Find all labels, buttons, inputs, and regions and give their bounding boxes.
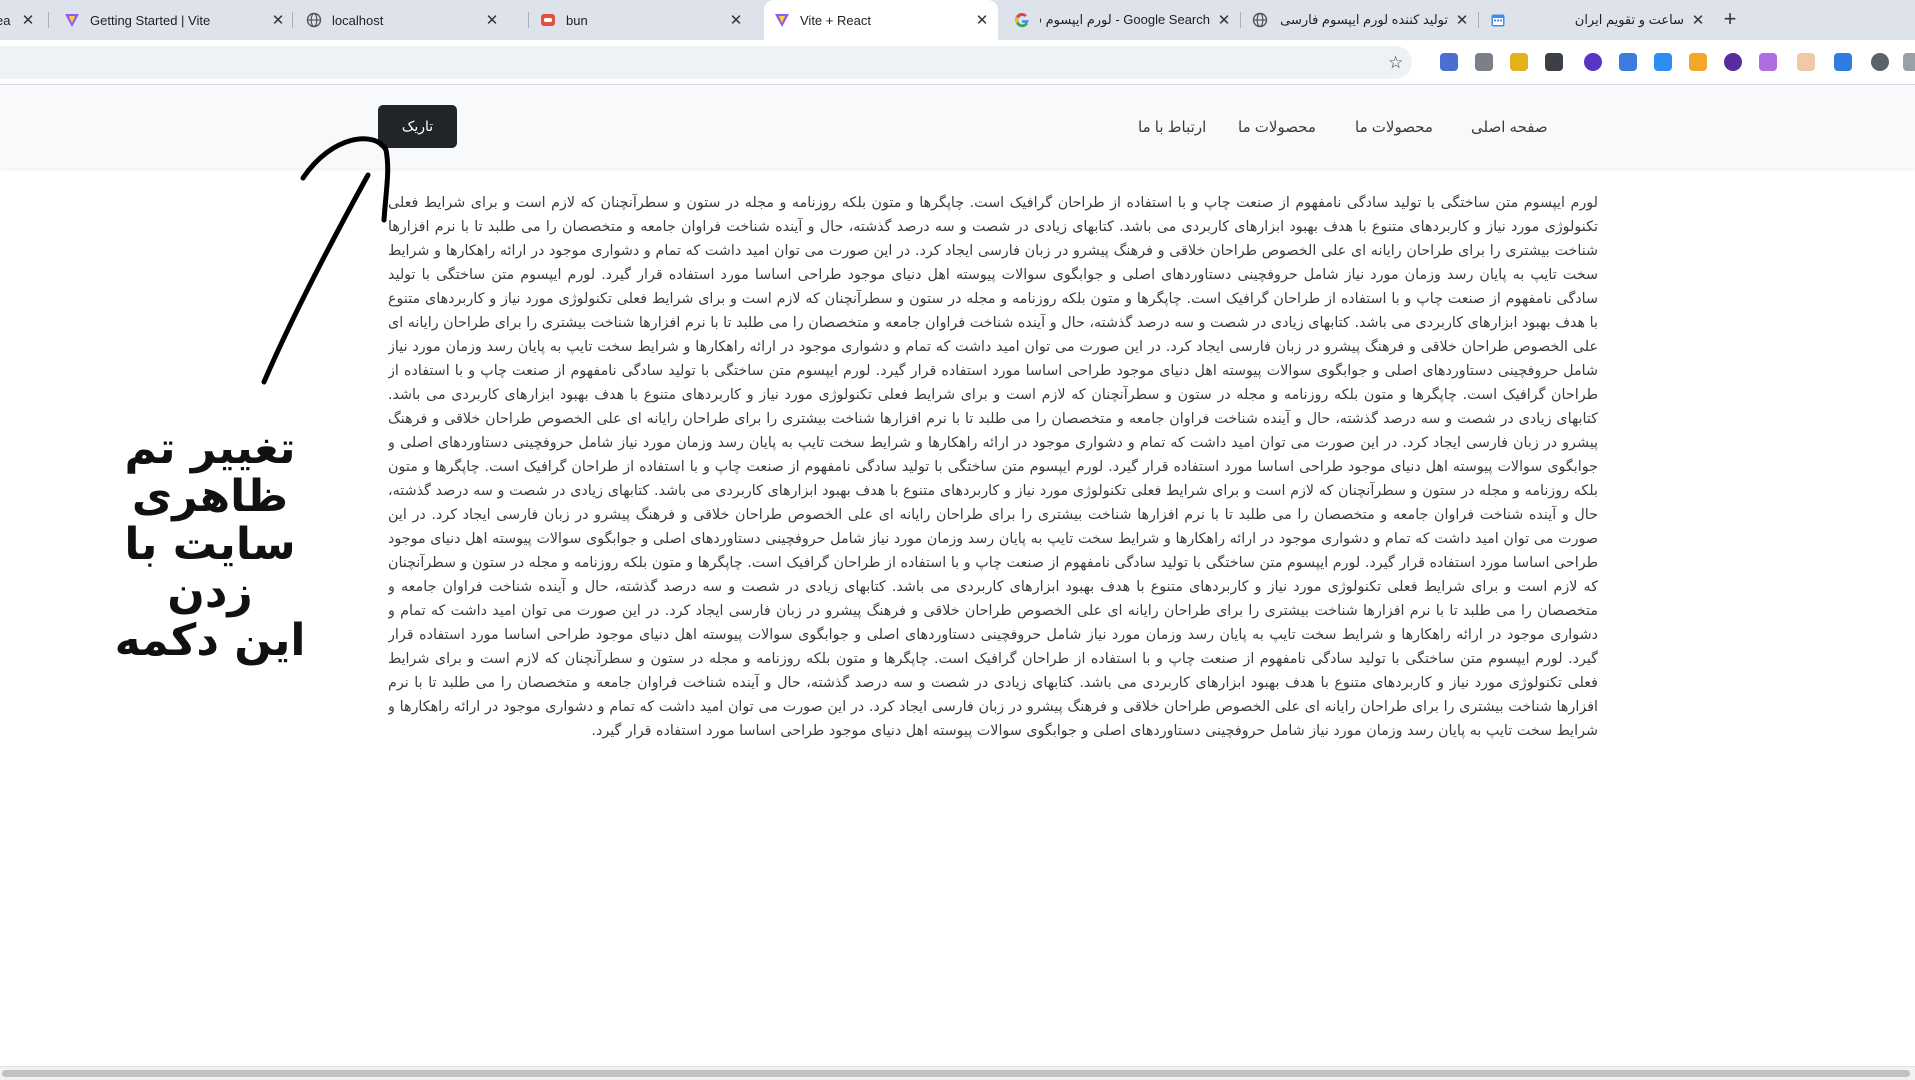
lorem-paragraph: لورم ایپسوم متن ساختگی با تولید سادگی نا… (388, 195, 1598, 739)
close-tab-icon[interactable]: ✕ (974, 11, 990, 29)
close-tab-icon[interactable]: ✕ (728, 11, 744, 29)
extension-icon[interactable] (1797, 53, 1815, 71)
main-content: لورم ایپسوم متن ساختگی با تولید سادگی نا… (388, 191, 1598, 1063)
tab-title: تولید کننده لورم ایپسوم فارسی | Generato… (1278, 12, 1448, 27)
extension-icon[interactable] (1475, 53, 1493, 71)
extension-icon[interactable] (1584, 53, 1602, 71)
annotation-line: تغییر تم (124, 423, 296, 474)
extension-icon[interactable] (1834, 53, 1852, 71)
browser-tab[interactable]: localhost ✕ (296, 0, 508, 40)
tab-title: localhost (332, 12, 384, 28)
bun-icon (540, 12, 556, 28)
scrollbar-thumb[interactable] (2, 1070, 1910, 1077)
extension-icon[interactable] (1759, 53, 1777, 71)
tab-title: bun (566, 12, 588, 28)
bookmark-star-icon[interactable]: ☆ (1388, 54, 1403, 71)
annotation-line: این دکمه (114, 615, 306, 666)
browser-tab-active[interactable]: Vite + React ✕ (764, 0, 998, 40)
extension-icon[interactable] (1440, 53, 1458, 71)
close-tab-icon[interactable]: ✕ (1216, 11, 1232, 29)
globe-icon (306, 12, 322, 28)
close-tab-icon[interactable]: ✕ (484, 11, 500, 29)
browser-tab[interactable]: ساعت و تقویم ایران ✕ (1480, 0, 1714, 40)
browser-tab[interactable]: Getting Started | Vite ✕ (54, 0, 294, 40)
google-icon (1014, 12, 1030, 28)
extension-icon[interactable] (1510, 53, 1528, 71)
tab-title: Vite + React (800, 12, 871, 28)
browser-tab-strip: ea ✕ Getting Started | Vite ✕ localhost … (0, 0, 1915, 40)
close-tab-icon[interactable]: ✕ (1690, 11, 1706, 29)
tab-title: Google Search - لورم ایپسوم فارسی (1040, 12, 1210, 27)
extension-icon[interactable] (1545, 53, 1563, 71)
extension-icon[interactable] (1724, 53, 1742, 71)
annotation-line: ظاهری (131, 471, 289, 522)
address-bar[interactable] (0, 46, 1412, 79)
nav-link-products[interactable]: محصولات ما (1355, 118, 1433, 136)
horizontal-scrollbar[interactable] (0, 1066, 1915, 1080)
new-tab-button[interactable]: + (1717, 6, 1743, 32)
vite-icon (64, 12, 80, 28)
download-icon[interactable] (1654, 53, 1672, 71)
nav-link-products[interactable]: محصولات ما (1238, 118, 1316, 136)
browser-toolbar: ☆ 2 1 (0, 40, 1915, 116)
browser-tab[interactable]: bun ✕ (530, 0, 752, 40)
tab-title: Getting Started | Vite (90, 12, 211, 28)
vite-icon (774, 12, 790, 28)
extension-icon[interactable] (1619, 53, 1637, 71)
nav-link-contact[interactable]: ارتباط با ما (1138, 118, 1206, 136)
browser-tab[interactable]: Google Search - لورم ایپسوم فارسی ✕ (1004, 0, 1240, 40)
extension-icon[interactable] (1903, 53, 1915, 71)
annotation-arrow-icon (261, 136, 391, 385)
extension-icon[interactable] (1689, 53, 1707, 71)
gear-icon[interactable] (1871, 53, 1889, 71)
tab-title: ea (0, 12, 11, 28)
nav-link-home[interactable]: صفحه اصلی (1471, 118, 1548, 136)
annotation-line: سایت با زدن (124, 519, 296, 618)
browser-tab[interactable]: تولید کننده لورم ایپسوم فارسی | Generato… (1242, 0, 1478, 40)
browser-tab[interactable]: ea ✕ (0, 0, 44, 40)
tab-title: ساعت و تقویم ایران (1574, 12, 1684, 27)
annotation-caption: تغییر تم ظاهری سایت با زدن این دکمه (80, 425, 340, 665)
globe-icon (1252, 12, 1268, 28)
close-tab-icon[interactable]: ✕ (20, 11, 36, 29)
calendar-icon (1490, 12, 1506, 28)
close-tab-icon[interactable]: ✕ (1454, 11, 1470, 29)
close-tab-icon[interactable]: ✕ (270, 11, 286, 29)
